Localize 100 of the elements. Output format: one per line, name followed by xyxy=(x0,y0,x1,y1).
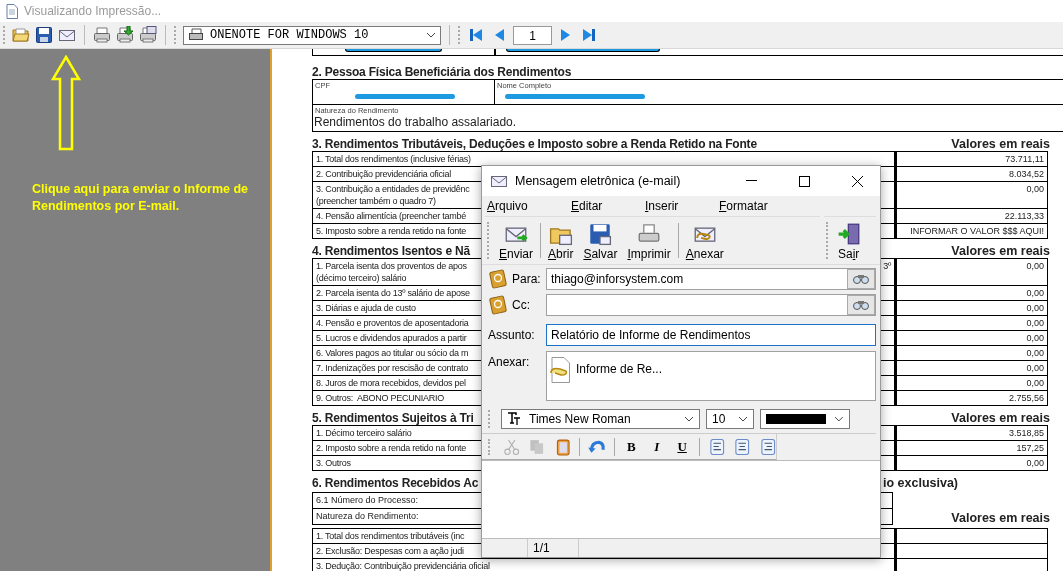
first-page-icon[interactable] xyxy=(467,26,485,44)
value-cell: 0,00 xyxy=(895,346,1048,361)
field-label: Natureza do Rendimento: xyxy=(316,511,419,521)
row-label: 2. Exclusão: Despesas com a ação judi xyxy=(316,545,464,557)
caret-icon xyxy=(834,416,844,422)
column-header: Valores em reais xyxy=(951,244,1050,258)
window-title: Visualizando Impressão... xyxy=(24,4,162,18)
row-label: 4. Pensão alimentícia (preencher també xyxy=(316,210,467,222)
field-label: Para: xyxy=(512,272,541,286)
size-dropdown[interactable]: 10 xyxy=(706,409,754,429)
value-cell: INFORMAR O VALOR $$$ AQUI! xyxy=(895,224,1048,239)
menu-item[interactable]: Editar xyxy=(571,199,645,213)
field-label: Cc: xyxy=(512,298,530,312)
printer-setup-icon[interactable] xyxy=(139,26,157,44)
field-label: Assunto: xyxy=(488,328,536,342)
address-book-icon xyxy=(488,295,508,315)
value-cell: 0,00 xyxy=(895,301,1048,316)
row-label: 6. Valores pagos ao titular ou sócio da m xyxy=(316,347,469,359)
field-label: 6.1 Número do Processo: xyxy=(316,495,419,505)
row-label: 1. Décimo terceiro salário xyxy=(316,427,412,439)
value-cell: 0,00 xyxy=(895,182,1048,209)
row-label: 3. Diárias e ajuda de custo xyxy=(316,302,416,314)
menu-item[interactable]: Arquivo xyxy=(487,199,571,213)
value-cell: 0,00 xyxy=(895,258,1048,286)
printer-icon[interactable] xyxy=(93,26,111,44)
row-label: 3. Contribuição a entidades de previdênc (preencher também o quadro 7) xyxy=(316,183,470,207)
binoculars-icon xyxy=(852,274,870,284)
value-cell: 0,00 xyxy=(895,376,1048,391)
minimize-icon xyxy=(745,180,757,182)
value-cell: 8.034,52 xyxy=(895,167,1048,182)
row-label: 2. Parcela isenta do 13º salário de apose xyxy=(316,287,470,299)
column-header: Valores em reais xyxy=(951,411,1050,425)
address-lookup-button[interactable] xyxy=(847,295,875,315)
callout-text: Clique aqui para enviar o Informe de Rendimentos por E-mail. xyxy=(32,181,250,215)
dialog-title: Mensagem eletrônica (e-mail) xyxy=(515,174,682,188)
value-cell: 22.113,33 xyxy=(895,209,1048,224)
printer-icon xyxy=(188,27,204,43)
row-label: 2. Contribuição previdenciária oficial xyxy=(316,168,452,180)
color-dropdown[interactable] xyxy=(760,409,850,429)
section-title: 4. Rendimentos Isentos e Nã xyxy=(312,244,470,258)
menu-item[interactable]: Formatar xyxy=(719,199,793,213)
close-icon xyxy=(851,175,863,187)
caret-icon xyxy=(426,32,436,38)
value-cell: 0,00 xyxy=(895,286,1048,301)
value-cell: 0,00 xyxy=(895,316,1048,331)
value-cell: 0,00 xyxy=(895,331,1048,346)
toolbar-button[interactable]: Imprimir xyxy=(622,217,676,264)
font-dropdown[interactable]: Times New Roman xyxy=(501,409,700,429)
door-icon xyxy=(836,222,861,246)
section-title: 5. Rendimentos Sujeitos à Tri xyxy=(312,411,474,425)
value-cell: 0,00 xyxy=(895,361,1048,376)
printer-arrow-icon[interactable] xyxy=(116,26,134,44)
value-cell: 0,00 xyxy=(895,456,1048,471)
align-left-icon[interactable] xyxy=(707,437,726,456)
row-label: 5. Lucros e dividendos apurados a partir xyxy=(316,332,467,344)
italic-button[interactable]: I xyxy=(647,437,666,456)
row-label: 3º xyxy=(883,260,891,273)
toolbar-button[interactable]: Abrir xyxy=(543,217,579,264)
row-label: 4. Pensão e proventos de aposentadoria xyxy=(316,317,469,329)
color-swatch xyxy=(766,414,827,424)
toolbar-button[interactable]: Anexar xyxy=(680,217,729,264)
section-title: 6. Rendimentos Recebidos Ac xyxy=(312,476,479,490)
toolbar-button[interactable]: Salvar xyxy=(578,217,623,264)
toolbar-button[interactable]: Sair xyxy=(833,217,865,264)
field-label: Anexar: xyxy=(488,355,531,369)
bold-button[interactable]: B xyxy=(622,437,640,456)
section-title: 3. Rendimentos Tributáveis, Deduções e Imposto sobre a Renda Retido na Fonte xyxy=(312,137,757,151)
attachment-icon xyxy=(550,357,572,383)
align-right-icon[interactable] xyxy=(758,437,777,456)
row-label: 7. Indenizações por rescisão de contrato xyxy=(316,362,469,374)
column-header: Valores em reais xyxy=(951,511,1050,525)
row-label: 8. Juros de mora recebidos, devidos pel xyxy=(316,377,466,389)
page-count: 1/1 xyxy=(527,539,579,557)
row-label: 3. Dedução: Contribuição previdenciária oficial xyxy=(316,560,490,571)
section-title: io exclusiva) xyxy=(883,476,960,490)
folder-icon[interactable] xyxy=(12,26,30,44)
menu-item[interactable]: Inserir xyxy=(645,199,719,213)
last-page-icon[interactable] xyxy=(580,26,598,44)
column-header: Valores em reais xyxy=(951,137,1050,151)
document-icon xyxy=(6,3,18,19)
cc-field[interactable] xyxy=(546,294,876,316)
underline-button[interactable]: U xyxy=(673,437,691,456)
page-number-field[interactable]: 1 xyxy=(513,25,552,45)
attachment-name[interactable]: Informe de Re... xyxy=(576,362,663,376)
value-cell: 157,25 xyxy=(895,441,1048,456)
save-icon[interactable] xyxy=(35,26,53,44)
row-label: 2. Imposto sobre a renda retido na fonte xyxy=(316,442,467,454)
to-field[interactable]: thiago@inforsystem.com xyxy=(546,268,876,290)
caret-icon xyxy=(684,416,694,422)
address-lookup-button[interactable] xyxy=(847,269,875,289)
printer-dropdown[interactable]: ONENOTE FOR WINDOWS 10 xyxy=(183,25,441,45)
subject-field[interactable]: Relatório de Informe de Rendimentos xyxy=(546,324,876,346)
row-label: 1. Parcela isenta dos proventos de apos (décimo terceiro) salário xyxy=(316,260,467,284)
caret-icon xyxy=(738,416,748,422)
address-book-icon xyxy=(488,269,508,289)
row-label: 3. Outros xyxy=(316,457,351,469)
row-label: 9. Outros: ABONO PECUNIARIO xyxy=(316,392,445,404)
align-center-icon[interactable] xyxy=(733,437,751,456)
maximize-icon xyxy=(798,175,810,187)
toolbar-button[interactable]: Enviar xyxy=(494,217,539,264)
